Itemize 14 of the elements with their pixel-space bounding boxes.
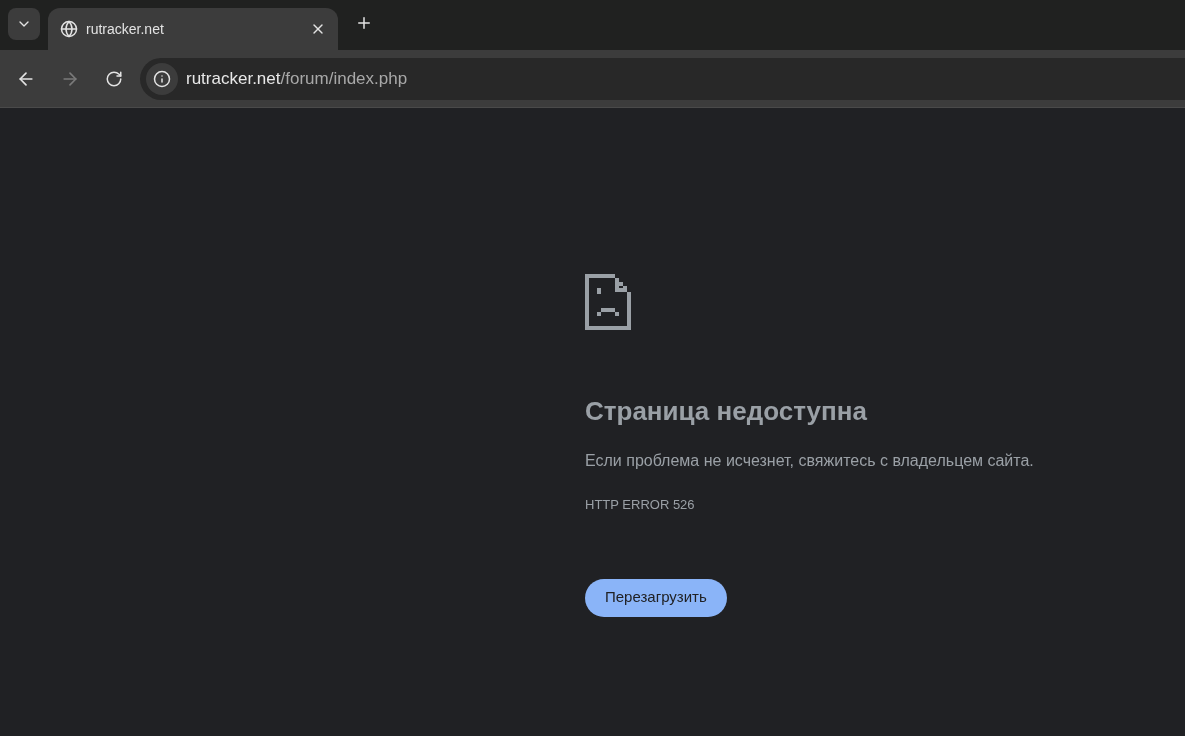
tab-search-button[interactable]: [8, 8, 40, 40]
address-bar[interactable]: rutracker.net/forum/index.php: [140, 57, 1185, 100]
tab-title: rutracker.net: [86, 20, 165, 39]
site-info-icon[interactable]: [146, 62, 178, 95]
sad-page-icon: [585, 274, 631, 330]
error-code: HTTP ERROR 526: [585, 496, 695, 514]
reload-icon: [105, 69, 123, 88]
url-text: rutracker.net/forum/index.php: [186, 67, 408, 90]
reload-button[interactable]: Перезагрузить: [585, 578, 727, 617]
error-message: Если проблема не исчезнет, свяжитесь с владельцем сайта.: [585, 451, 1034, 471]
error-heading: Страница недоступна: [585, 395, 867, 428]
plus-icon: [355, 14, 373, 32]
browser-tab[interactable]: rutracker.net: [48, 8, 338, 50]
globe-icon: [60, 20, 78, 38]
